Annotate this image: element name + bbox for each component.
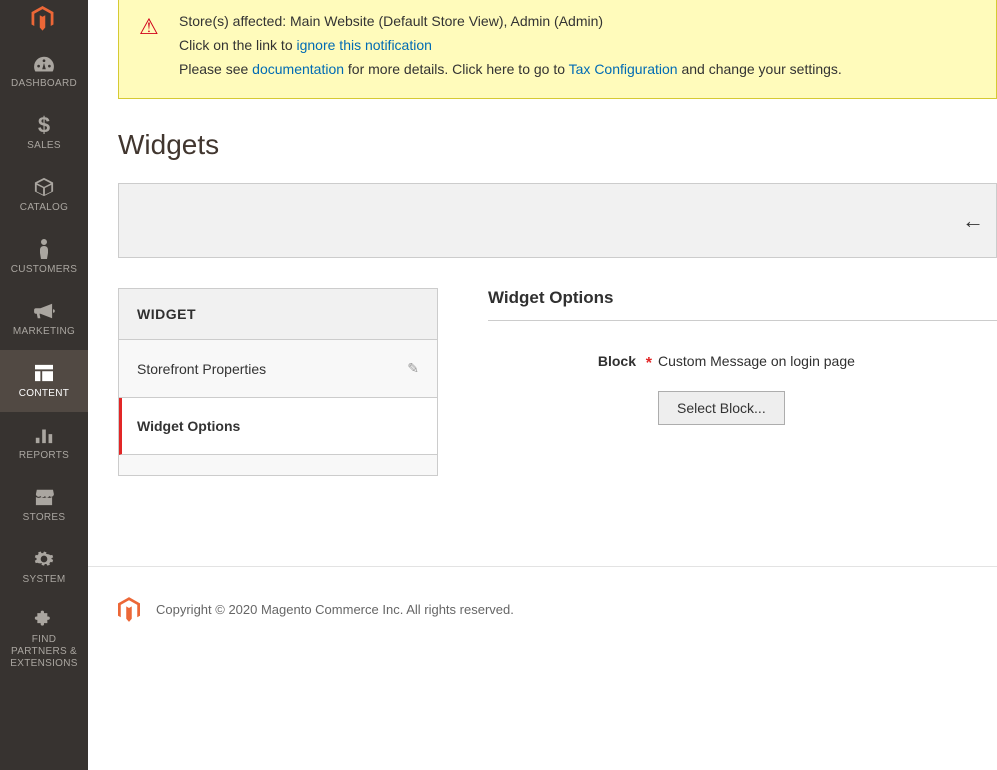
copyright-text: Copyright © 2020 Magento Commerce Inc. A… bbox=[156, 602, 514, 617]
nav-label: CUSTOMERS bbox=[11, 264, 77, 276]
sidebar: DASHBOARD $ SALES CATALOG CUSTOMERS MARK… bbox=[0, 0, 88, 770]
nav-reports[interactable]: REPORTS bbox=[0, 412, 88, 474]
nav-label: CONTENT bbox=[19, 388, 69, 400]
magento-logo-footer bbox=[118, 597, 140, 622]
notice-text: Please see bbox=[179, 61, 252, 77]
gear-icon bbox=[34, 548, 54, 570]
notice-text: and change your settings. bbox=[678, 61, 842, 77]
tab-widget-options[interactable]: Widget Options bbox=[119, 398, 437, 455]
content-area: WIDGET Storefront Properties ✎ Widget Op… bbox=[118, 288, 997, 476]
warning-notice: ⚠ Store(s) affected: Main Website (Defau… bbox=[118, 0, 997, 99]
block-value: Custom Message on login page bbox=[658, 349, 997, 369]
page-title: Widgets bbox=[118, 129, 997, 161]
back-arrow-icon[interactable]: ← bbox=[962, 208, 984, 234]
tab-label: Widget Options bbox=[137, 418, 240, 434]
nav-label: DASHBOARD bbox=[11, 78, 77, 90]
documentation-link[interactable]: documentation bbox=[252, 61, 344, 77]
puzzle-icon bbox=[34, 608, 54, 630]
main-content: ⚠ Store(s) affected: Main Website (Defau… bbox=[88, 0, 997, 476]
megaphone-icon bbox=[33, 300, 55, 322]
dollar-icon: $ bbox=[37, 114, 51, 136]
widget-tabs: WIDGET Storefront Properties ✎ Widget Op… bbox=[118, 288, 438, 476]
nav-label: FIND PARTNERS & EXTENSIONS bbox=[4, 634, 84, 670]
tab-storefront-properties[interactable]: Storefront Properties ✎ bbox=[119, 340, 437, 398]
nav-sales[interactable]: $ SALES bbox=[0, 102, 88, 164]
notice-line2: Click on the link to ignore this notific… bbox=[179, 34, 976, 58]
layout-icon bbox=[34, 362, 54, 384]
required-asterisk: * bbox=[646, 355, 652, 373]
ignore-link[interactable]: ignore this notification bbox=[297, 37, 432, 53]
nav-label: REPORTS bbox=[19, 450, 69, 462]
label-text: Block bbox=[598, 353, 636, 369]
nav-system[interactable]: SYSTEM bbox=[0, 536, 88, 598]
bars-icon bbox=[34, 424, 54, 446]
button-row: Select Block... bbox=[658, 391, 997, 425]
nav-label: STORES bbox=[23, 512, 66, 524]
store-icon bbox=[33, 486, 55, 508]
action-toolbar: ← bbox=[118, 183, 997, 258]
notice-text: for more details. Click here to go to bbox=[344, 61, 569, 77]
svg-text:$: $ bbox=[38, 114, 50, 136]
box-icon bbox=[33, 176, 55, 198]
nav-label: MARKETING bbox=[13, 326, 75, 338]
notice-line1: Store(s) affected: Main Website (Default… bbox=[179, 10, 976, 34]
nav-catalog[interactable]: CATALOG bbox=[0, 164, 88, 226]
tab-header: WIDGET bbox=[119, 289, 437, 340]
select-block-button[interactable]: Select Block... bbox=[658, 391, 785, 425]
pencil-icon: ✎ bbox=[407, 360, 419, 377]
nav-dashboard[interactable]: DASHBOARD bbox=[0, 40, 88, 102]
nav-stores[interactable]: STORES bbox=[0, 474, 88, 536]
tab-label: Storefront Properties bbox=[137, 361, 266, 377]
section-title: Widget Options bbox=[488, 288, 997, 321]
footer: Copyright © 2020 Magento Commerce Inc. A… bbox=[88, 566, 997, 652]
nav-label: SALES bbox=[27, 140, 61, 152]
person-icon bbox=[37, 238, 51, 260]
nav-label: CATALOG bbox=[20, 202, 68, 214]
notice-text: Click on the link to bbox=[179, 37, 297, 53]
magento-logo[interactable] bbox=[0, 0, 88, 40]
block-field-row: Block * Custom Message on login page bbox=[488, 349, 997, 369]
notice-line3: Please see documentation for more detail… bbox=[179, 58, 976, 82]
widget-options-panel: Widget Options Block * Custom Message on… bbox=[488, 288, 997, 476]
tax-config-link[interactable]: Tax Configuration bbox=[569, 61, 678, 77]
gauge-icon bbox=[33, 52, 55, 74]
nav-marketing[interactable]: MARKETING bbox=[0, 288, 88, 350]
tab-spacer bbox=[119, 455, 437, 475]
warning-icon: ⚠ bbox=[139, 8, 159, 45]
nav-customers[interactable]: CUSTOMERS bbox=[0, 226, 88, 288]
nav-partners[interactable]: FIND PARTNERS & EXTENSIONS bbox=[0, 598, 88, 680]
nav-content[interactable]: CONTENT bbox=[0, 350, 88, 412]
block-label: Block * bbox=[488, 349, 658, 369]
nav-label: SYSTEM bbox=[23, 574, 66, 586]
